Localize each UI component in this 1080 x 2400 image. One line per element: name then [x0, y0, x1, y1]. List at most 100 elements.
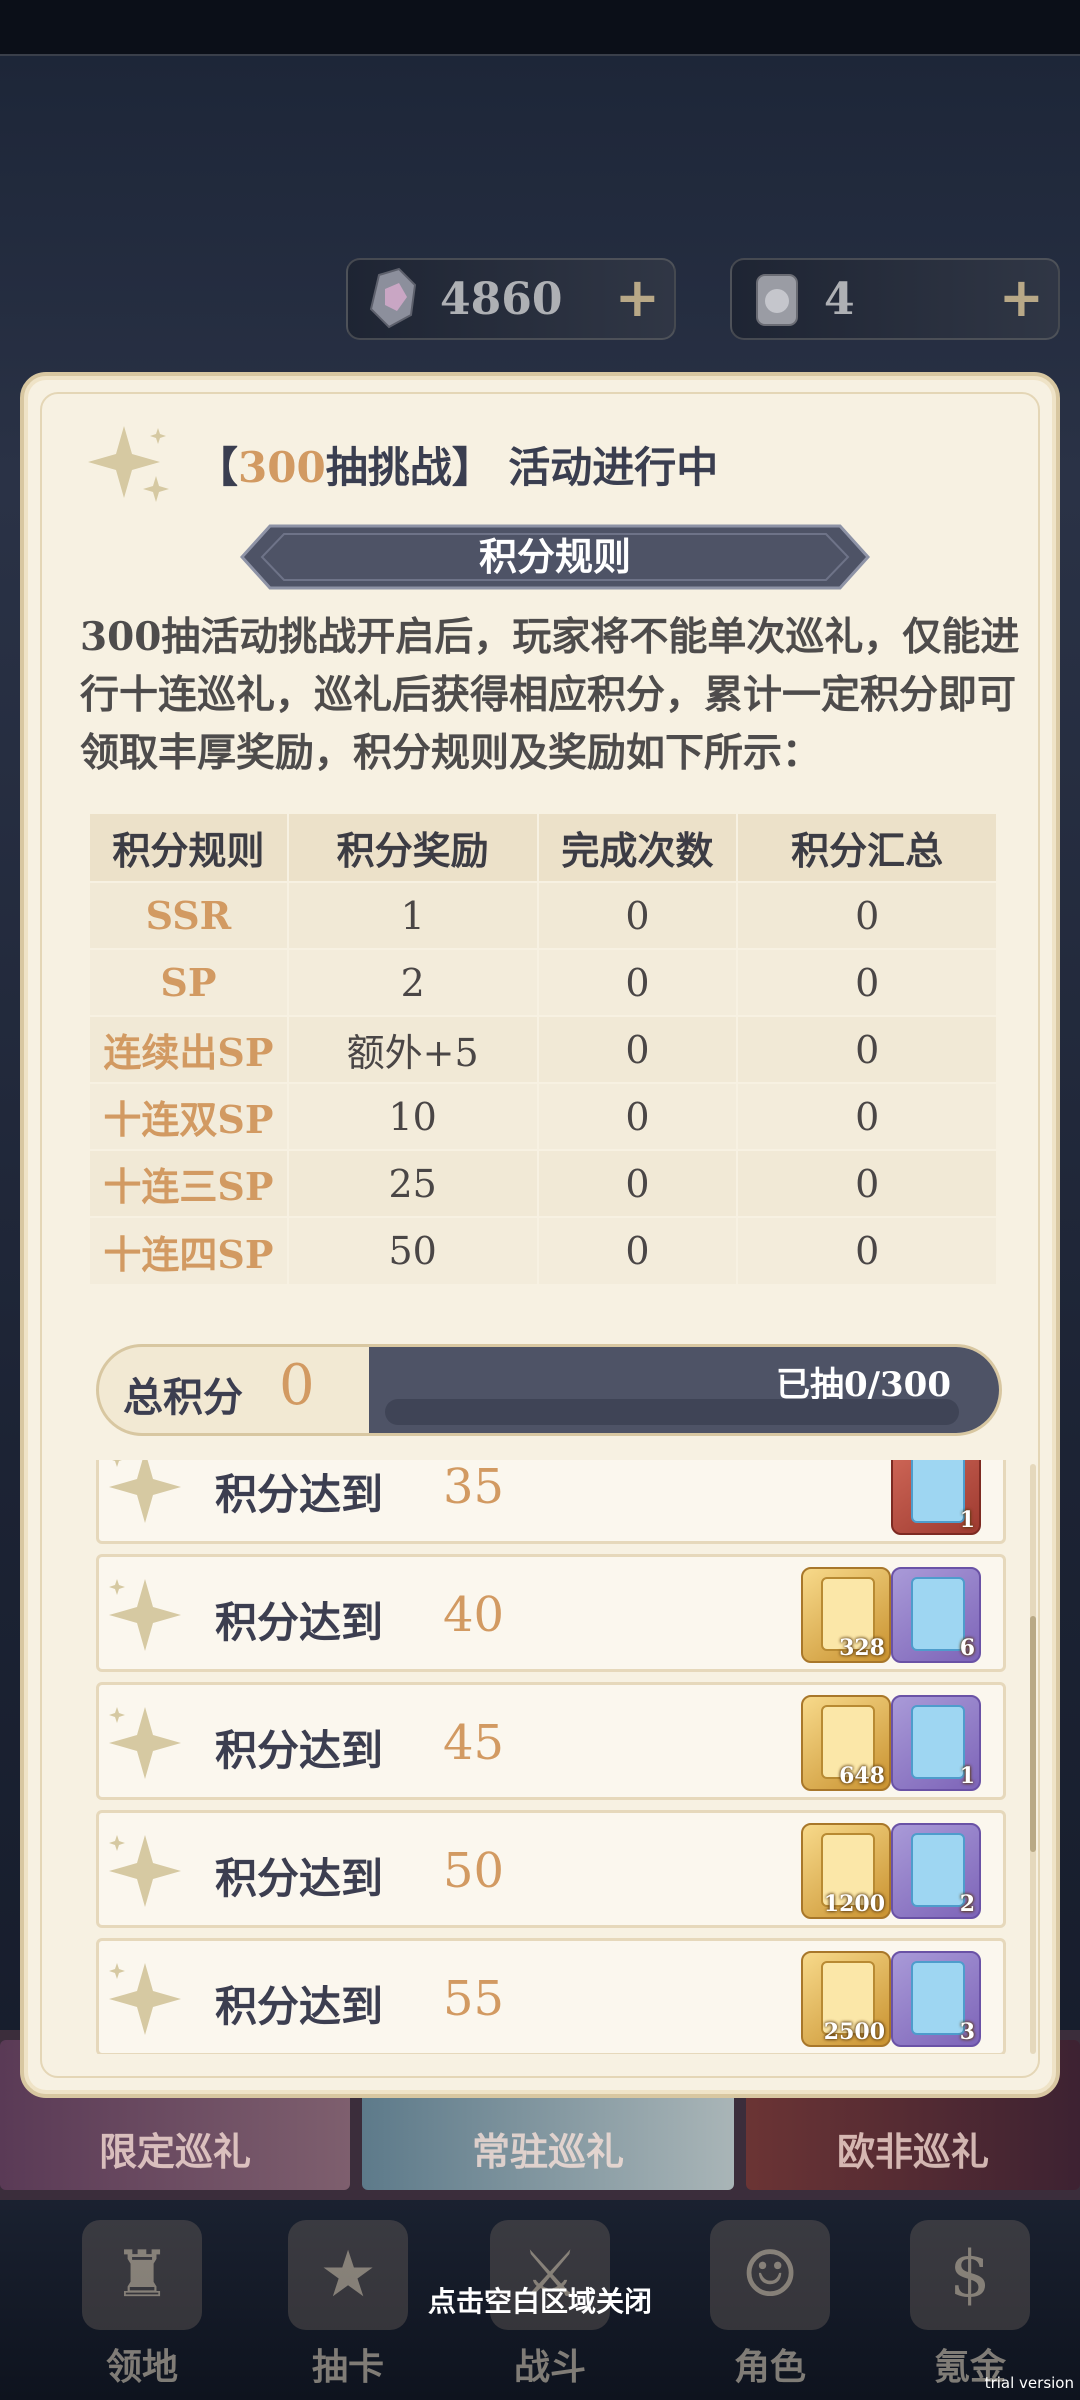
gold-ticket-item[interactable]: 1200: [801, 1823, 891, 1919]
free-ticket-item[interactable]: 3: [891, 1951, 981, 2047]
rule-total: 0: [737, 948, 998, 1016]
add-tickets-button[interactable]: +: [999, 268, 1044, 328]
table-row: 十连三SP 25 0 0: [90, 1149, 998, 1217]
sparkle-icon: [88, 426, 169, 502]
rule-count: 0: [537, 1015, 739, 1083]
tab-label: 欧非巡礼: [836, 2129, 989, 2174]
table-row: 连续出SP 额外+5 0 0: [90, 1015, 998, 1083]
reward-scrollbar-thumb[interactable]: [1030, 1616, 1036, 1852]
free-ticket-item[interactable]: 1: [891, 1460, 981, 1535]
reward-row[interactable]: 积分达到 55 2500 3: [96, 1938, 1006, 2054]
rule-count: 0: [537, 1082, 739, 1150]
panel-title: 【300抽挑战】 活动进行中: [196, 434, 718, 495]
reward-label: 积分达到: [215, 1854, 384, 1903]
reward-row[interactable]: 积分达到 35 1: [96, 1460, 1006, 1544]
rule-name: 连续出SP: [90, 1015, 289, 1083]
sparkle-icon: [109, 1460, 181, 1523]
gold-ticket-item[interactable]: 648: [801, 1695, 891, 1791]
rule-count: 0: [537, 948, 739, 1016]
sparkle-icon: [109, 1579, 181, 1651]
sparkle-icon: [109, 1835, 181, 1907]
rule-name: 十连四SP: [90, 1216, 289, 1284]
table-row: SP 2 0 0: [90, 948, 998, 1016]
close-hint[interactable]: 点击空白区域关闭: [0, 2280, 1080, 2320]
reward-label: 积分达到: [215, 1598, 384, 1647]
rule-total: 0: [737, 1015, 998, 1083]
reward-target: 50: [443, 1843, 505, 1899]
status-bar: [0, 0, 1080, 56]
free-ticket-item[interactable]: 2: [891, 1823, 981, 1919]
item-count: 2: [959, 1891, 975, 1917]
reward-row[interactable]: 积分达到 40 328 6: [96, 1554, 1006, 1672]
reward-label: 积分达到: [215, 1982, 384, 2031]
free-ticket-item[interactable]: 6: [891, 1567, 981, 1663]
sparkle-icon: [109, 1707, 181, 1779]
gem-amount: 4860: [440, 274, 563, 325]
rule-total: 0: [737, 881, 998, 949]
reward-label: 积分达到: [215, 1726, 384, 1775]
title-bracket: 【: [196, 443, 239, 492]
reward-list[interactable]: 积分达到 35 1 积分达到 40 328 6 积分达到 45 648 1 积分…: [96, 1460, 1006, 2054]
ticket-card-icon: [911, 1577, 965, 1651]
draw-progress: 已抽0/300: [369, 1347, 999, 1433]
gold-ticket-item[interactable]: 328: [801, 1567, 891, 1663]
rule-count: 0: [537, 881, 739, 949]
nav-label: 战斗: [513, 2346, 586, 2388]
rules-description: 300抽活动挑战开启后，玩家将不能单次巡礼，仅能进行十连巡礼，巡礼后获得相应积分…: [80, 614, 1020, 776]
item-count: 1: [959, 1507, 975, 1533]
watermark: trial version: [984, 2374, 1074, 2392]
ticket-card-icon: [911, 1705, 965, 1779]
gold-ticket-item[interactable]: 2500: [801, 1951, 891, 2047]
rule-points: 25: [287, 1149, 539, 1217]
column-header: 积分奖励: [287, 814, 539, 882]
item-count: 648: [839, 1763, 885, 1789]
total-points-value: 0: [279, 1353, 315, 1418]
reward-label: 积分达到: [215, 1470, 384, 1519]
rules-table: 积分规则 积分奖励 完成次数 积分汇总 SSR 1 0 0 SP 2 0 0 连…: [90, 814, 998, 1284]
sparkle-icon: [109, 1963, 181, 2035]
rule-total: 0: [737, 1082, 998, 1150]
rule-name: 十连双SP: [90, 1082, 289, 1150]
rule-name: SSR: [90, 881, 289, 949]
item-count: 6: [959, 1635, 975, 1661]
scroll-icon: [736, 258, 820, 342]
gem-counter: 4860 +: [346, 258, 676, 340]
ticket-counter: 4 +: [730, 258, 1060, 340]
item-count: 3: [959, 2019, 975, 2045]
item-count: 1200: [823, 1891, 885, 1917]
free-ticket-item[interactable]: 1: [891, 1695, 981, 1791]
rule-count: 0: [537, 1216, 739, 1284]
rule-count: 0: [537, 1149, 739, 1217]
ticket-card-icon: [911, 1961, 965, 2035]
ticket-amount: 4: [824, 274, 855, 325]
reward-target: 45: [443, 1715, 505, 1771]
progress-track: [385, 1399, 959, 1425]
tab-label: 限定巡礼: [98, 2129, 251, 2174]
table-row: 十连四SP 50 0 0: [90, 1216, 998, 1284]
table-row: 十连双SP 10 0 0: [90, 1082, 998, 1150]
tab-label: 常驻巡礼: [471, 2129, 624, 2174]
nav-label: 角色: [733, 2346, 806, 2388]
rule-name: 十连三SP: [90, 1149, 289, 1217]
item-count: 328: [839, 1635, 885, 1661]
item-count: 1: [959, 1763, 975, 1789]
column-header: 积分汇总: [737, 814, 998, 882]
ticket-card-icon: [911, 1833, 965, 1907]
rule-total: 0: [737, 1216, 998, 1284]
rule-name: SP: [90, 948, 289, 1016]
reward-row[interactable]: 积分达到 50 1200 2: [96, 1810, 1006, 1928]
column-header: 完成次数: [537, 814, 739, 882]
reward-row[interactable]: 积分达到 45 648 1: [96, 1682, 1006, 1800]
reward-target: 55: [443, 1971, 505, 2027]
rule-points: 1: [287, 881, 539, 949]
item-count: 2500: [823, 2019, 885, 2045]
challenge-panel: 【300抽挑战】 活动进行中 积分规则 300抽活动挑战开启后，玩家将不能单次巡…: [20, 372, 1060, 2098]
reward-target: 40: [443, 1587, 505, 1643]
nav-label: 抽卡: [311, 2346, 384, 2388]
rules-heading: 积分规则: [478, 534, 631, 579]
rule-points: 50: [287, 1216, 539, 1284]
table-row: SSR 1 0 0: [90, 881, 998, 949]
add-gems-button[interactable]: +: [615, 268, 660, 328]
ticket-card-icon: [911, 1460, 965, 1523]
title-highlight: 300: [238, 443, 326, 492]
